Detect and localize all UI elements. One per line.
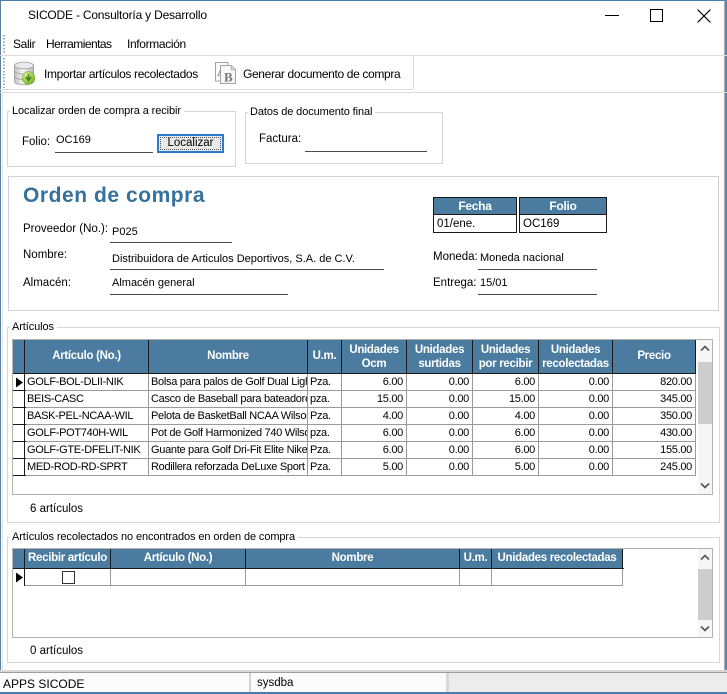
svg-text:B: B (224, 70, 233, 85)
